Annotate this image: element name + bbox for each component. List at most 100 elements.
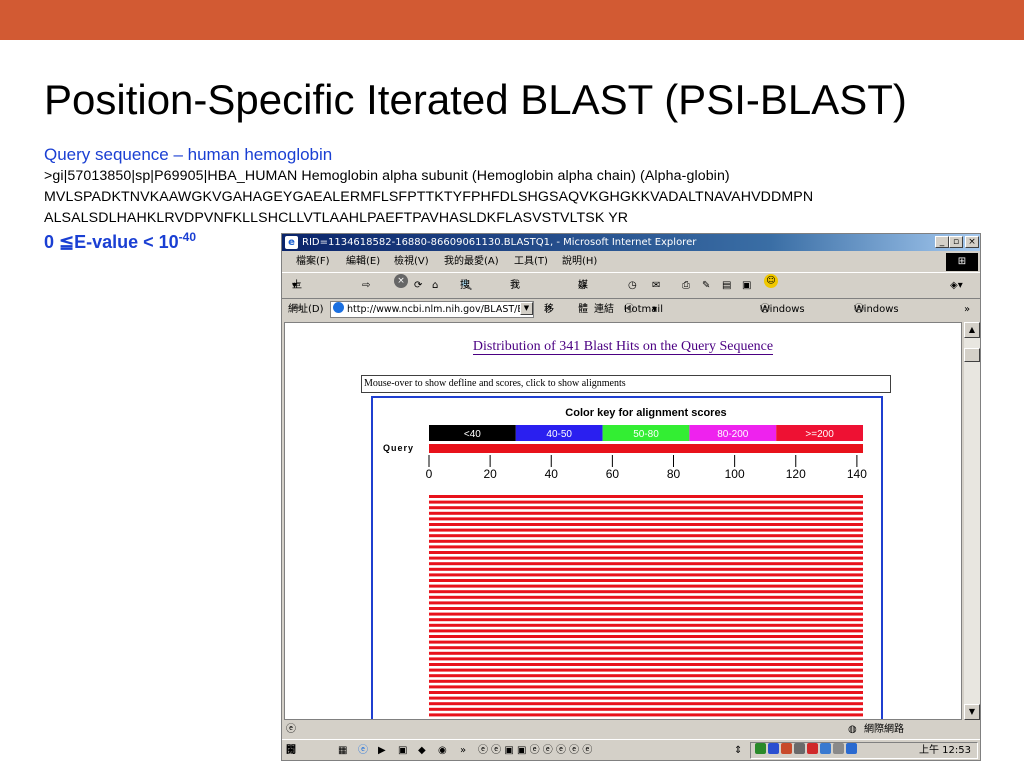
system-tray: 上午 12:53 — [750, 742, 978, 759]
slide-accent-bar — [0, 0, 1024, 40]
hit-bar — [429, 663, 863, 666]
minimize-button[interactable]: _ — [935, 236, 949, 248]
color-key-title: Color key for alignment scores — [565, 407, 726, 419]
blast-graphic-panel: Color key for alignment scores <40 40-50 50… — [371, 396, 883, 719]
evalue-exponent: -40 — [178, 230, 197, 244]
hit-bar — [429, 607, 863, 610]
slide-title: Position-Specific Iterated BLAST (PSI-BL… — [44, 76, 907, 123]
hit-bar — [429, 713, 863, 717]
hit-bar — [429, 618, 863, 622]
task-buttons[interactable]: ⓔ ⓔ ▣ ▣ ⓔ ⓔ ⓔ ⓔ ⓔ — [478, 740, 592, 760]
sequence-line-2: ALSALSDLHAHKLRVDPVNFKLLSHCLLVTLAAHLPAEFT… — [44, 210, 629, 226]
sequence-line-1: MVLSPADKTNVKAAWGKVGAHAGEYGAEALERMFLSFPTT… — [44, 189, 814, 205]
hit-bar — [429, 646, 863, 650]
hit-bar — [429, 511, 863, 515]
back-button[interactable]: ⇦上一頁 ▾ — [292, 274, 302, 339]
address-bar: 網址(D) http://www.ncbi.nlm.nih.gov/BLAST/… — [282, 300, 980, 375]
color-key-label: 40-50 — [546, 429, 572, 440]
hit-bar — [429, 679, 863, 683]
quicklaunch-ie-icon[interactable]: ⓔ — [358, 740, 368, 760]
disconnect-icon[interactable] — [807, 743, 818, 754]
mouse-over-hint-field[interactable]: Mouse-over to show defline and scores, c… — [361, 375, 891, 393]
axis-tick-label: 60 — [606, 467, 620, 481]
scroll-up-button[interactable]: ▲ — [964, 322, 980, 338]
page-content: Distribution of 341 Blast Hits on the Qu… — [284, 322, 962, 720]
hit-bar — [429, 539, 863, 543]
hit-bar — [429, 500, 863, 504]
clock: 上午 12:53 — [919, 745, 971, 756]
task-scroll-icon[interactable]: ⇕ — [734, 740, 742, 760]
tray-icons[interactable] — [755, 743, 859, 760]
hit-bar — [429, 601, 863, 605]
hit-bar — [429, 623, 863, 627]
smiley-icon: ☺ — [764, 274, 778, 288]
internet-zone-icon: ◍ — [848, 724, 857, 735]
stop-icon: × — [394, 274, 408, 288]
usb-icon[interactable] — [820, 743, 831, 754]
quicklaunch-app-icon[interactable]: ▣ — [398, 740, 407, 760]
menu-file[interactable]: 檔案(F) — [296, 252, 330, 272]
hit-bar — [429, 629, 863, 633]
menu-view[interactable]: 檢視(V) — [394, 252, 429, 272]
distribution-title[interactable]: Distribution of 341 Blast Hits on the Qu… — [285, 339, 961, 355]
menu-favorites[interactable]: 我的最愛(A) — [444, 252, 499, 272]
close-button[interactable]: × — [965, 236, 979, 248]
scroll-down-button[interactable]: ▼ — [964, 704, 980, 720]
printer-icon[interactable] — [833, 743, 844, 754]
research-icon: ◈▾ — [950, 280, 963, 291]
address-input[interactable]: http://www.ncbi.nlm.nih.gov/BLAST/Blas ▼ — [330, 301, 534, 318]
menu-help[interactable]: 說明(H) — [562, 252, 597, 272]
start-label: 開始 — [286, 745, 296, 756]
hit-bar — [429, 528, 863, 532]
address-dropdown-icon[interactable]: ▼ — [520, 302, 533, 315]
query-bar — [429, 444, 863, 453]
color-key-label: 80-200 — [717, 429, 749, 440]
hit-bar — [429, 567, 863, 571]
hit-bar — [429, 495, 863, 498]
evalue-threshold: 0 ≦E-value < 10-40 — [44, 230, 196, 253]
quicklaunch-more-icon[interactable]: » — [460, 740, 466, 760]
window-titlebar[interactable]: e RID=1134618582-16880-86609061130.BLAST… — [282, 234, 980, 251]
page-status-icon: ⓔ — [286, 724, 296, 735]
hit-bar — [429, 523, 863, 526]
hit-bar — [429, 707, 863, 711]
edit-icon: ✎ — [702, 280, 711, 291]
scroll-thumb[interactable] — [964, 348, 980, 362]
print-icon: ⎙ — [682, 280, 690, 291]
hit-bar — [429, 545, 863, 549]
page-icon — [333, 302, 344, 313]
maximize-button[interactable]: ▫ — [949, 236, 963, 248]
hit-bar — [429, 534, 863, 538]
standard-toolbar: ⇦上一頁 ▾ ⇨ ▾ × ⟳ ⌂ 🔍搜尋 ☆我的最愛 ◎媒體 ◷ ✉▾ ⎙ ✎ … — [282, 274, 980, 363]
window-title: RID=1134618582-16880-86609061130.BLASTQ1… — [302, 237, 697, 248]
quicklaunch-app-icon[interactable]: ◆ — [418, 740, 426, 760]
axis-tick-label: 140 — [847, 467, 867, 481]
quicklaunch-app-icon[interactable]: ◉ — [438, 740, 447, 760]
quicklaunch-desktop-icon[interactable]: ▦ — [338, 740, 347, 760]
axis-tick-label: 20 — [483, 467, 497, 481]
monitor-icon[interactable] — [846, 743, 857, 754]
network-icon[interactable] — [781, 743, 792, 754]
hit-bar — [429, 573, 863, 577]
hit-bar — [429, 674, 863, 678]
windows-flag-icon: ⊞ — [946, 253, 978, 271]
address-url: http://www.ncbi.nlm.nih.gov/BLAST/Blas — [347, 304, 534, 315]
menu-tools[interactable]: 工具(T) — [514, 252, 548, 272]
link-windows-label: Windows — [854, 304, 899, 315]
address-label: 網址(D) — [288, 304, 324, 315]
links-label: 連結 — [594, 304, 614, 315]
query-label: Query — [383, 443, 414, 453]
hit-bar — [429, 691, 863, 694]
chevron-more-icon[interactable]: » — [964, 300, 970, 320]
volume-icon[interactable] — [794, 743, 805, 754]
zone-label: 網際網路 — [864, 724, 904, 735]
menu-edit[interactable]: 編輯(E) — [346, 252, 380, 272]
hit-bar — [429, 579, 863, 582]
discuss-icon: ▤ — [722, 280, 732, 291]
hit-bar — [429, 668, 863, 672]
antivirus-icon[interactable] — [768, 743, 779, 754]
vertical-scrollbar[interactable]: ▲ ▼ — [964, 322, 980, 720]
quicklaunch-media-icon[interactable]: ▶ — [378, 740, 386, 760]
shield-icon[interactable] — [755, 743, 766, 754]
hit-bar — [429, 506, 863, 510]
